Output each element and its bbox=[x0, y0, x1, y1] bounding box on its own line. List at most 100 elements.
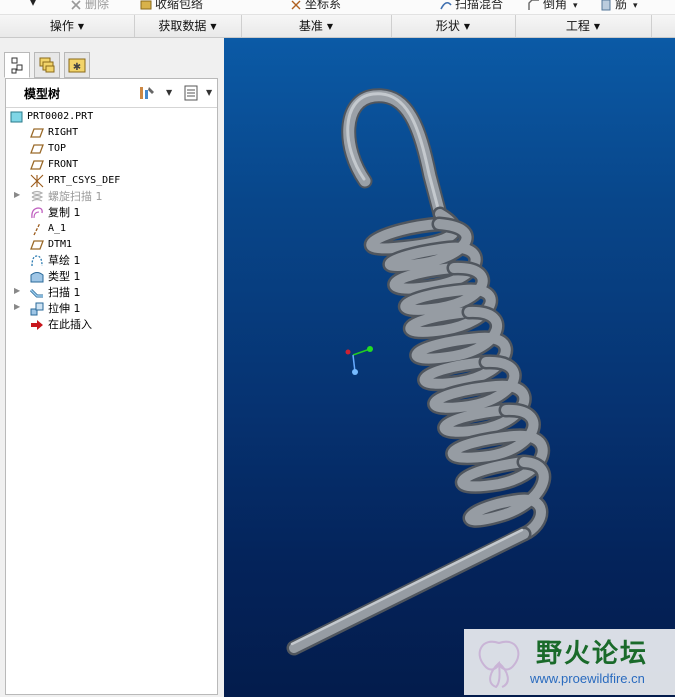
tree-item-copy[interactable]: 复制 1 bbox=[6, 205, 217, 221]
tree-item-label: 类型 1 bbox=[48, 270, 81, 283]
tree-item-label: TOP bbox=[48, 143, 67, 154]
tree-item-label: DTM1 bbox=[48, 239, 73, 250]
part-icon bbox=[10, 111, 23, 123]
tree-item-label: 扫描 1 bbox=[48, 286, 81, 299]
favorites-tab[interactable]: ✱ bbox=[64, 52, 90, 78]
swept-blend-label: 扫描混合 bbox=[455, 0, 504, 11]
chevron-down-icon: ▼ bbox=[593, 22, 601, 31]
model-tree-header: 模型树 ▼ ▼ bbox=[6, 79, 217, 108]
swept-blend-button[interactable]: 扫描混合 bbox=[440, 0, 503, 12]
group-get-data-label: 获取数据 bbox=[158, 19, 207, 33]
spring-model bbox=[286, 88, 552, 656]
group-operations[interactable]: 操作 ▼ bbox=[0, 15, 135, 37]
datum-plane-icon bbox=[30, 128, 44, 138]
spring-coils bbox=[363, 206, 552, 542]
svg-text:✱: ✱ bbox=[73, 62, 81, 73]
delete-button[interactable]: 删除 bbox=[70, 0, 109, 12]
insert-here-arrow-icon bbox=[31, 320, 43, 330]
datum-axis-icon bbox=[33, 222, 41, 236]
chevron-down-icon: ▼ bbox=[326, 22, 334, 31]
model-tree-title: 模型树 bbox=[24, 87, 61, 101]
tree-item-dtm1[interactable]: DTM1 bbox=[6, 237, 217, 253]
expand-arrow-icon[interactable]: ▶ bbox=[14, 286, 20, 295]
shrinkwrap-icon bbox=[140, 0, 152, 9]
group-shapes-label: 形状 bbox=[435, 19, 460, 33]
rib-button[interactable]: 筋 ▾ bbox=[600, 0, 638, 12]
rib-label: 筋 bbox=[615, 0, 628, 11]
coordinate-system-icon bbox=[30, 174, 44, 188]
model-tree-pane: 模型树 ▼ ▼ PRT0002.PRT RIGHT TOP FRONT PRT_… bbox=[5, 78, 218, 695]
rib-icon bbox=[601, 0, 611, 10]
layers-tab[interactable] bbox=[34, 52, 60, 78]
model-tree-tab[interactable] bbox=[4, 52, 30, 78]
watermark-title: 野火论坛 bbox=[536, 639, 649, 669]
datum-plane-icon bbox=[30, 240, 44, 250]
tree-item-axis[interactable]: A_1 bbox=[6, 221, 217, 237]
model-tree-icon bbox=[11, 57, 23, 74]
type-feature-icon bbox=[30, 272, 44, 283]
group-engineering-label: 工程 bbox=[565, 19, 590, 33]
tree-item-extrude[interactable]: ▶ 拉伸 1 bbox=[6, 301, 217, 317]
chamfer-icon bbox=[528, 0, 539, 10]
copy-feature-icon bbox=[31, 207, 43, 219]
sweep-icon bbox=[30, 288, 43, 298]
tree-item-helical-sweep[interactable]: ▶ 螺旋扫描 1 bbox=[6, 189, 217, 205]
tree-item-right[interactable]: RIGHT bbox=[6, 125, 217, 141]
tree-item-label: FRONT bbox=[48, 159, 79, 170]
coordinate-system-button[interactable]: 坐标系 bbox=[290, 0, 341, 12]
ribbon-top-strip: ▾ 删除 收缩包络 坐标系 扫描混合 倒角 ▾ 筋 ▾ bbox=[0, 0, 675, 15]
chamfer-label: 倒角 bbox=[543, 0, 568, 11]
tree-settings-icon[interactable] bbox=[138, 84, 156, 102]
group-shapes[interactable]: 形状 ▼ bbox=[391, 15, 516, 37]
group-datum-label: 基准 bbox=[298, 19, 323, 33]
forum-watermark: 野火论坛 www.proewildfire.cn bbox=[464, 629, 675, 695]
tree-item-label: RIGHT bbox=[48, 127, 79, 138]
tree-item-label: 拉伸 1 bbox=[48, 302, 81, 315]
tree-item-label: A_1 bbox=[48, 223, 67, 234]
ribbon-group-bar: 操作 ▼ 获取数据 ▼ 基准 ▼ 形状 ▼ 工程 ▼ bbox=[0, 15, 675, 38]
tree-item-root[interactable]: PRT0002.PRT bbox=[6, 109, 217, 125]
datum-plane-icon bbox=[30, 160, 44, 170]
tree-item-sketch[interactable]: 草绘 1 bbox=[6, 253, 217, 269]
tree-item-insert-here[interactable]: 在此插入 bbox=[6, 317, 217, 333]
layers-icon bbox=[39, 57, 55, 73]
delete-icon bbox=[71, 0, 81, 10]
wildfire-logo-icon bbox=[478, 640, 520, 689]
tree-item-label: 在此插入 bbox=[48, 318, 92, 331]
tree-item-csys[interactable]: PRT_CSYS_DEF bbox=[6, 173, 217, 189]
chevron-down-icon[interactable]: ▼ bbox=[206, 88, 212, 97]
group-operations-label: 操作 bbox=[49, 19, 74, 33]
tree-filters-icon[interactable] bbox=[182, 84, 200, 102]
tree-item-sweep[interactable]: ▶ 扫描 1 bbox=[6, 285, 217, 301]
chevron-down-icon: ▼ bbox=[77, 22, 85, 31]
delete-label: 删除 bbox=[85, 0, 110, 11]
tree-item-type[interactable]: 类型 1 bbox=[6, 269, 217, 285]
datum-plane-icon bbox=[30, 144, 44, 154]
group-get-data[interactable]: 获取数据 ▼ bbox=[134, 15, 242, 37]
tree-item-label: 草绘 1 bbox=[48, 254, 81, 267]
chevron-down-icon[interactable]: ▼ bbox=[166, 88, 172, 97]
group-datum[interactable]: 基准 ▼ bbox=[241, 15, 392, 37]
dropdown-arrow-icon[interactable]: ▾ bbox=[30, 0, 36, 9]
chamfer-button[interactable]: 倒角 ▾ bbox=[528, 0, 578, 12]
expand-arrow-icon[interactable]: ▶ bbox=[14, 190, 20, 199]
csys-icon bbox=[291, 0, 301, 9]
shrinkwrap-label: 收缩包络 bbox=[155, 0, 204, 11]
graphics-viewport[interactable]: 野火论坛 www.proewildfire.cn bbox=[224, 38, 675, 697]
tree-item-front[interactable]: FRONT bbox=[6, 157, 217, 173]
coordinate-system-label: 坐标系 bbox=[305, 0, 342, 11]
tree-item-label: 螺旋扫描 1 bbox=[48, 190, 103, 203]
watermark-url: www.proewildfire.cn bbox=[530, 671, 645, 686]
chevron-down-icon: ▼ bbox=[463, 22, 471, 31]
shrinkwrap-button[interactable]: 收缩包络 bbox=[140, 0, 203, 12]
favorites-folder-icon: ✱ bbox=[68, 58, 86, 73]
tree-item-top[interactable]: TOP bbox=[6, 141, 217, 157]
tree-item-label: PRT_CSYS_DEF bbox=[48, 175, 121, 186]
swept-blend-icon bbox=[440, 1, 452, 9]
coordinate-triad bbox=[345, 346, 373, 375]
chevron-down-icon: ▼ bbox=[210, 22, 217, 31]
tree-item-label: 复制 1 bbox=[48, 206, 81, 219]
group-engineering[interactable]: 工程 ▼ bbox=[515, 15, 652, 37]
navigator-panel: ✱ 模型树 ▼ ▼ PRT0002.PRT RIGHT TOP FRONT PR… bbox=[0, 38, 224, 697]
expand-arrow-icon[interactable]: ▶ bbox=[14, 302, 20, 311]
